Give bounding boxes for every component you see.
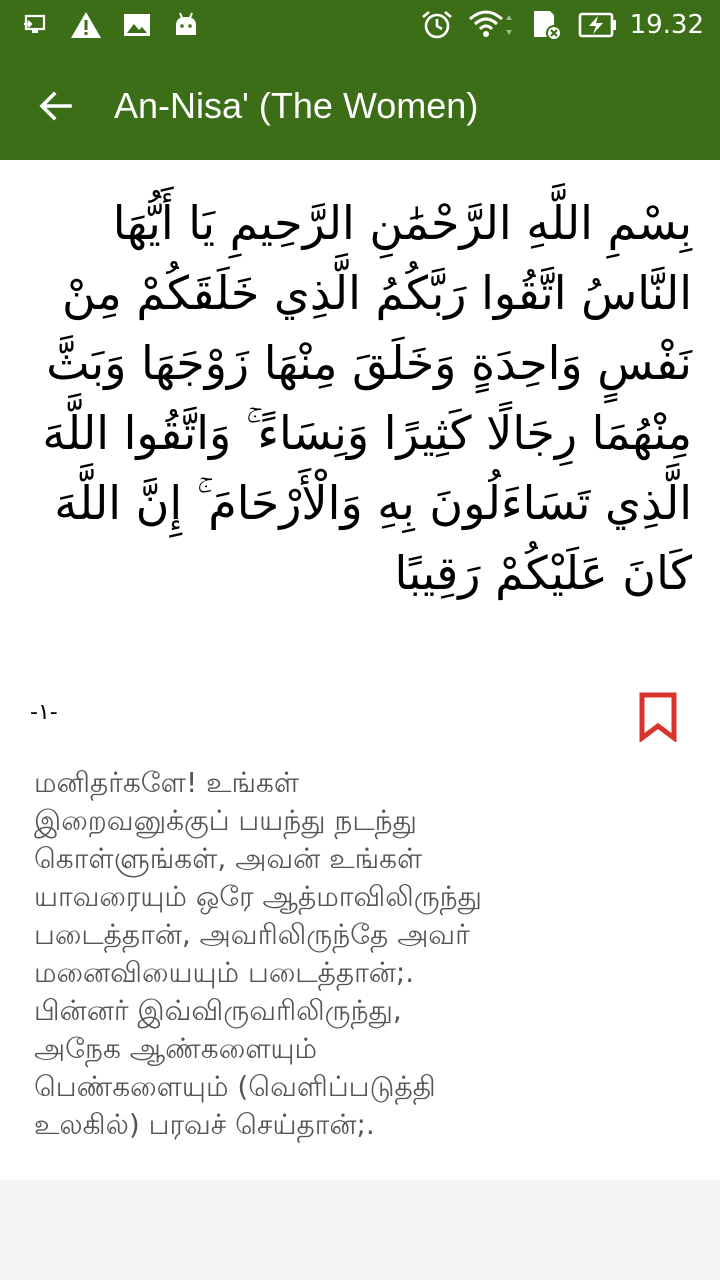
image-icon <box>122 12 152 38</box>
status-notifications <box>22 10 200 40</box>
verse-card: بِسْمِ اللَّهِ الرَّحْمَٰنِ الرَّحِيمِ ي… <box>0 160 720 1180</box>
status-system: 19.32 <box>420 9 704 41</box>
app-bar: An-Nisa' (The Women) <box>0 50 720 160</box>
arrow-left-icon <box>39 91 72 121</box>
android-icon <box>172 11 200 39</box>
sd-card-icon <box>530 9 564 41</box>
verse-translation: மனிதர்களே! உங்கள் இறைவனுக்குப் பயந்து நட… <box>34 766 482 1141</box>
status-bar: 19.32 <box>0 0 720 50</box>
wifi-icon <box>468 9 516 41</box>
bookmark-button[interactable] <box>638 692 678 743</box>
clock-time: 19.32 <box>629 10 704 40</box>
arabic-verse-text: بِسْمِ اللَّهِ الرَّحْمَٰنِ الرَّحِيمِ ي… <box>42 196 692 600</box>
verse-number: -١- <box>30 700 58 725</box>
battery-charging-icon <box>578 11 618 39</box>
warning-icon <box>70 10 102 40</box>
page-title: An-Nisa' (The Women) <box>114 85 479 126</box>
bookmark-icon <box>639 692 677 743</box>
back-button[interactable] <box>30 80 82 132</box>
screen-cast-icon <box>22 11 50 39</box>
alarm-icon <box>420 9 454 41</box>
